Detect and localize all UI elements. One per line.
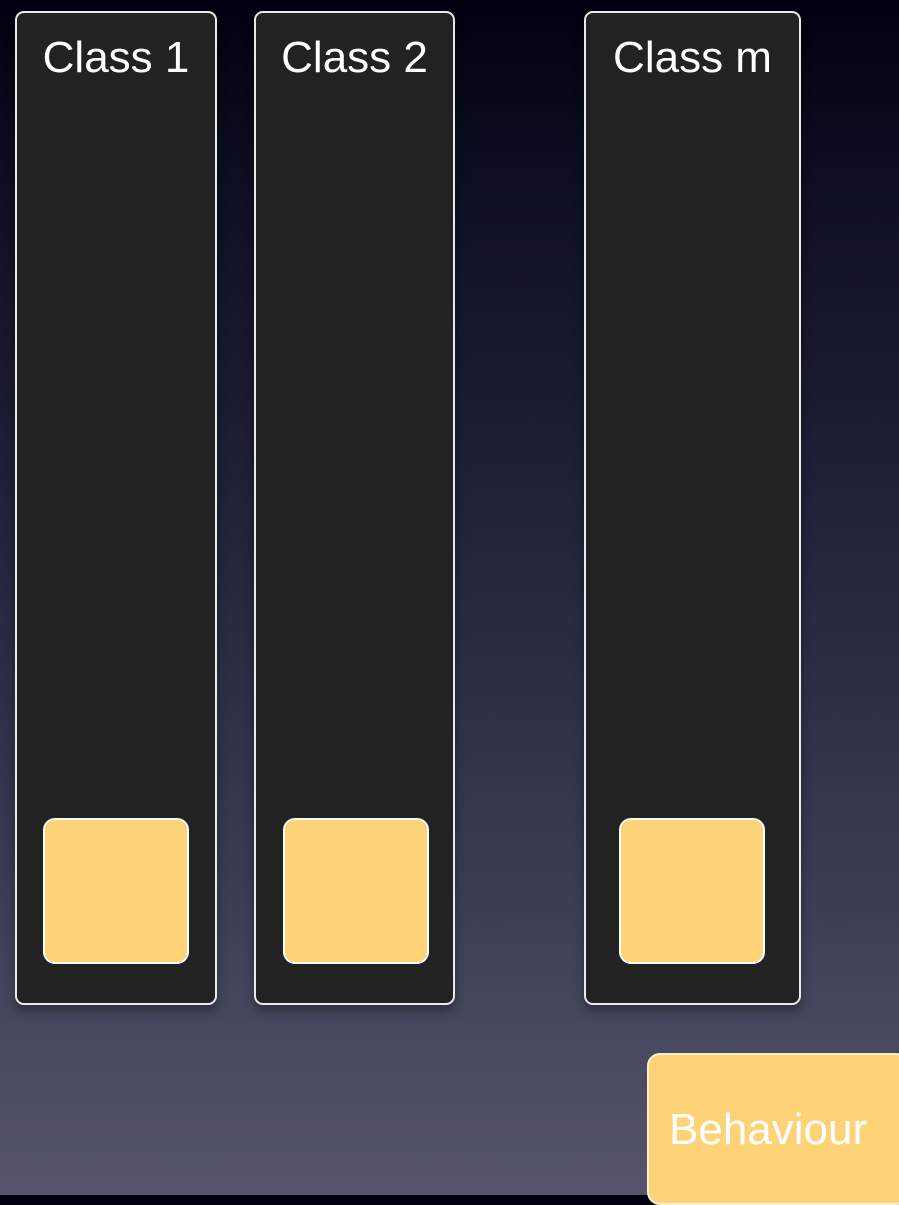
class-title: Class 1 [42, 33, 190, 82]
class-panel-1: Class 1 [15, 11, 217, 1005]
behaviour-label: Behaviour [669, 1105, 868, 1154]
class-behaviour-square [43, 818, 189, 964]
class-panel-2: Class 2 [254, 11, 455, 1005]
class-behaviour-square [619, 818, 765, 964]
class-behaviour-square [283, 818, 429, 964]
class-panel-m: Class m [584, 11, 801, 1005]
class-title: Class 2 [281, 33, 428, 82]
behaviour-box: Behaviour [647, 1053, 899, 1205]
class-title: Class m [613, 33, 772, 82]
